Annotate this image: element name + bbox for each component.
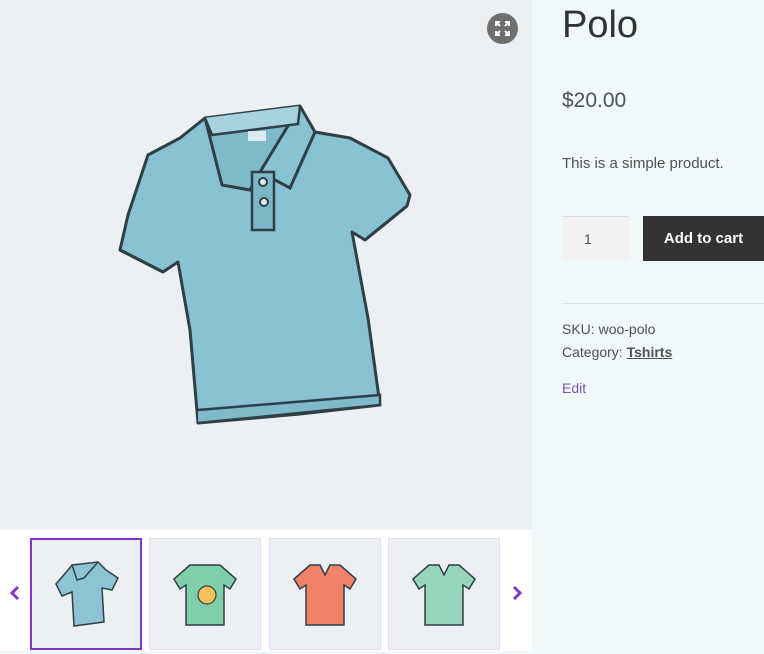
add-to-cart-button[interactable]: Add to cart	[643, 216, 764, 261]
thumbnail-polo[interactable]	[30, 538, 142, 650]
polo-shirt-image	[118, 104, 412, 425]
sku-value: woo-polo	[598, 321, 656, 337]
product-gallery	[0, 0, 532, 651]
edit-link[interactable]: Edit	[562, 380, 586, 396]
product-price: $20.00	[562, 89, 627, 112]
vneck-green-thumb-image	[412, 564, 476, 626]
thumbnail-vneck-orange[interactable]	[269, 538, 381, 650]
thumbnail-ninja-tee[interactable]	[149, 538, 261, 650]
category-row: Category: Tshirts	[562, 344, 672, 360]
product-main-image[interactable]	[0, 0, 532, 530]
ninja-tee-thumb-image	[173, 564, 237, 626]
category-label: Category:	[562, 344, 623, 360]
polo-thumb-image	[55, 561, 119, 627]
quantity-input[interactable]	[562, 216, 629, 261]
chevron-right-icon[interactable]	[508, 584, 526, 602]
vneck-orange-thumb-image	[293, 564, 357, 626]
category-link[interactable]: Tshirts	[627, 344, 673, 360]
divider	[562, 303, 764, 304]
product-description: This is a simple product.	[562, 155, 724, 172]
product-title: Polo	[562, 4, 639, 46]
expand-icon	[495, 21, 510, 36]
thumbnail-vneck-green[interactable]	[388, 538, 500, 650]
sku-row: SKU: woo-polo	[562, 321, 655, 337]
sku-label: SKU:	[562, 321, 595, 337]
zoom-button[interactable]	[487, 13, 518, 44]
chevron-left-icon[interactable]	[6, 584, 24, 602]
